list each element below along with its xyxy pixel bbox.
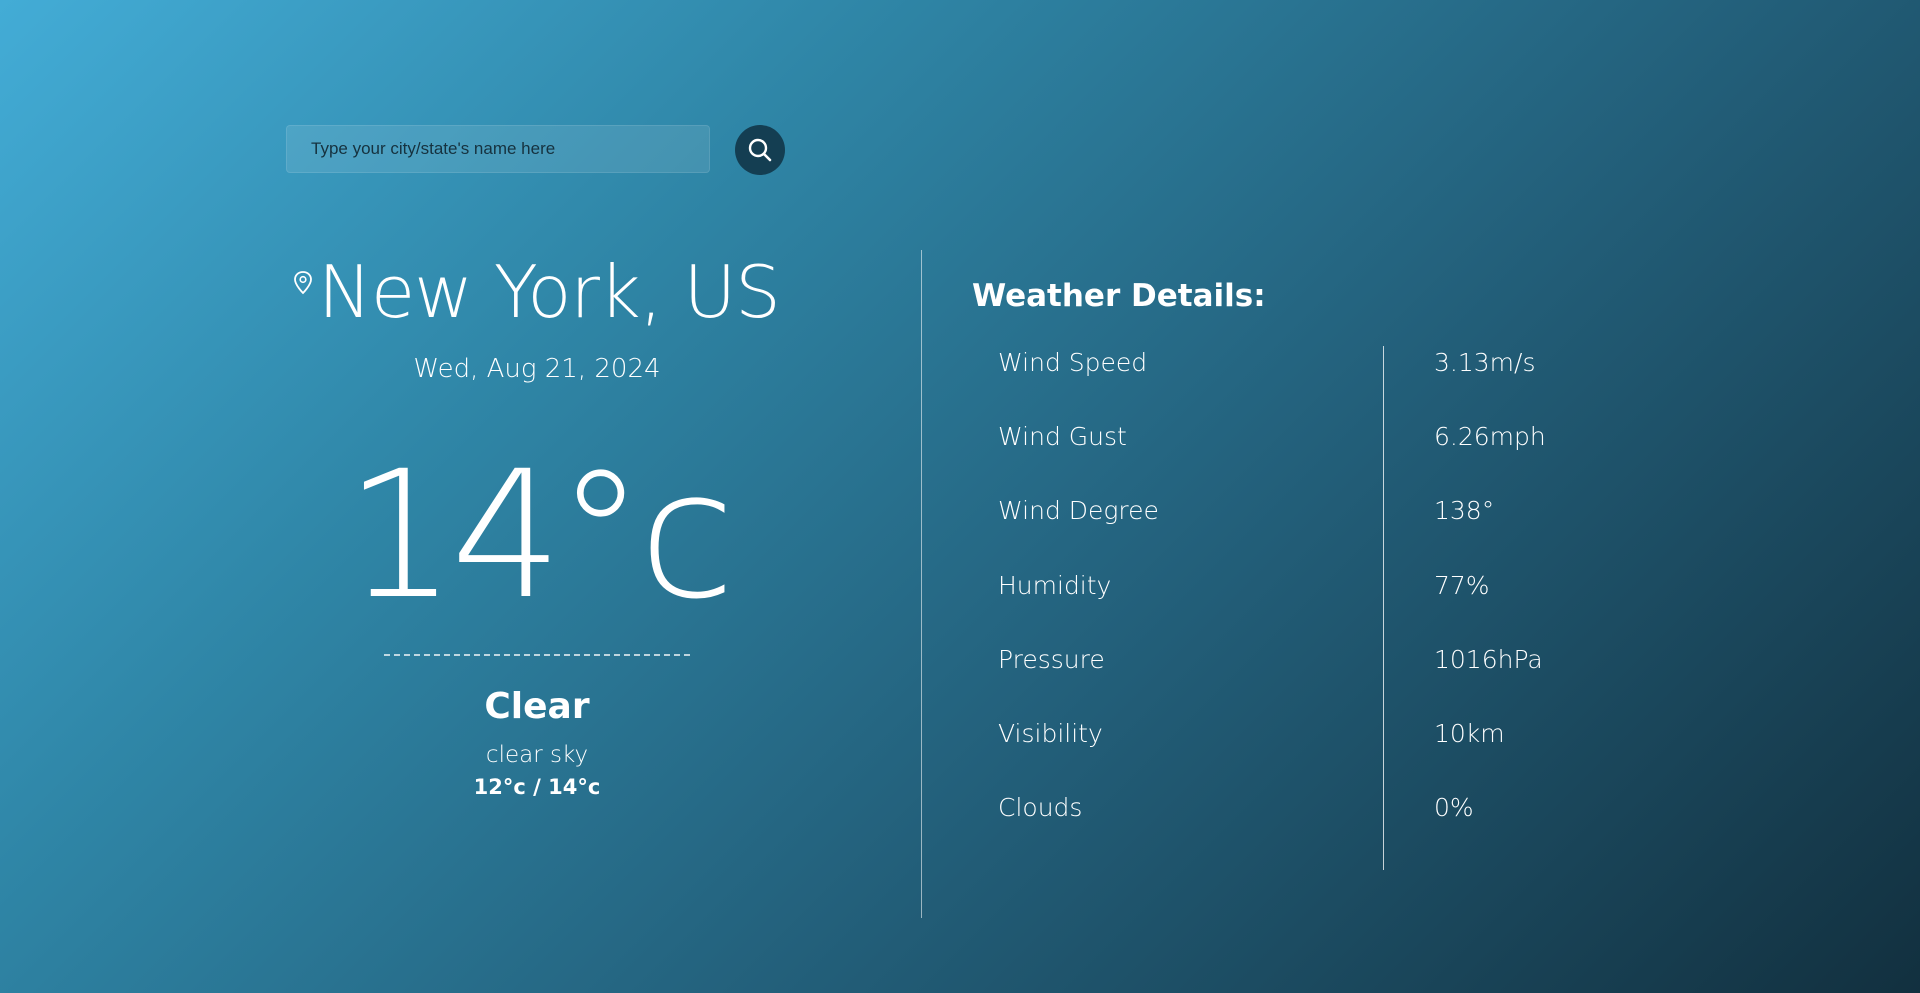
search-icon	[748, 138, 772, 162]
location-pin-icon	[294, 271, 312, 295]
detail-label: Wind Speed	[998, 348, 1148, 377]
details-heading: Weather Details:	[972, 278, 1266, 314]
detail-label: Wind Degree	[998, 496, 1159, 525]
detail-value: 0%	[1434, 793, 1474, 822]
detail-value: 6.26mph	[1434, 422, 1546, 451]
detail-label: Humidity	[998, 571, 1112, 600]
detail-row-wind-degree: Wind Degree 138°	[998, 496, 1648, 536]
detail-value: 10km	[1434, 719, 1505, 748]
weather-condition: Clear	[484, 686, 590, 727]
detail-value: 138°	[1434, 496, 1495, 525]
detail-label: Visibility	[998, 719, 1103, 748]
temperature-range: 12°c / 14°c	[473, 775, 601, 799]
detail-row-wind-gust: Wind Gust 6.26mph	[998, 422, 1648, 462]
detail-row-clouds: Clouds 0%	[998, 793, 1648, 833]
panel-divider	[921, 250, 922, 918]
search-input[interactable]	[286, 125, 710, 173]
detail-row-visibility: Visibility 10km	[998, 719, 1648, 759]
detail-value: 1016hPa	[1434, 645, 1543, 674]
detail-label: Wind Gust	[998, 422, 1127, 451]
detail-label: Pressure	[998, 645, 1105, 674]
city-name: New York, US	[318, 250, 781, 334]
detail-row-pressure: Pressure 1016hPa	[998, 645, 1648, 685]
detail-label: Clouds	[998, 793, 1083, 822]
detail-row-humidity: Humidity 77%	[998, 571, 1648, 611]
detail-value: 3.13m/s	[1434, 348, 1536, 377]
current-date: Wed, Aug 21, 2024	[413, 354, 661, 384]
current-temperature: 14°c	[344, 433, 736, 638]
detail-value: 77%	[1434, 571, 1490, 600]
dashed-divider	[384, 654, 690, 656]
weather-description: clear sky	[485, 742, 589, 768]
detail-row-wind-speed: Wind Speed 3.13m/s	[998, 348, 1648, 388]
search-button[interactable]	[735, 125, 785, 175]
